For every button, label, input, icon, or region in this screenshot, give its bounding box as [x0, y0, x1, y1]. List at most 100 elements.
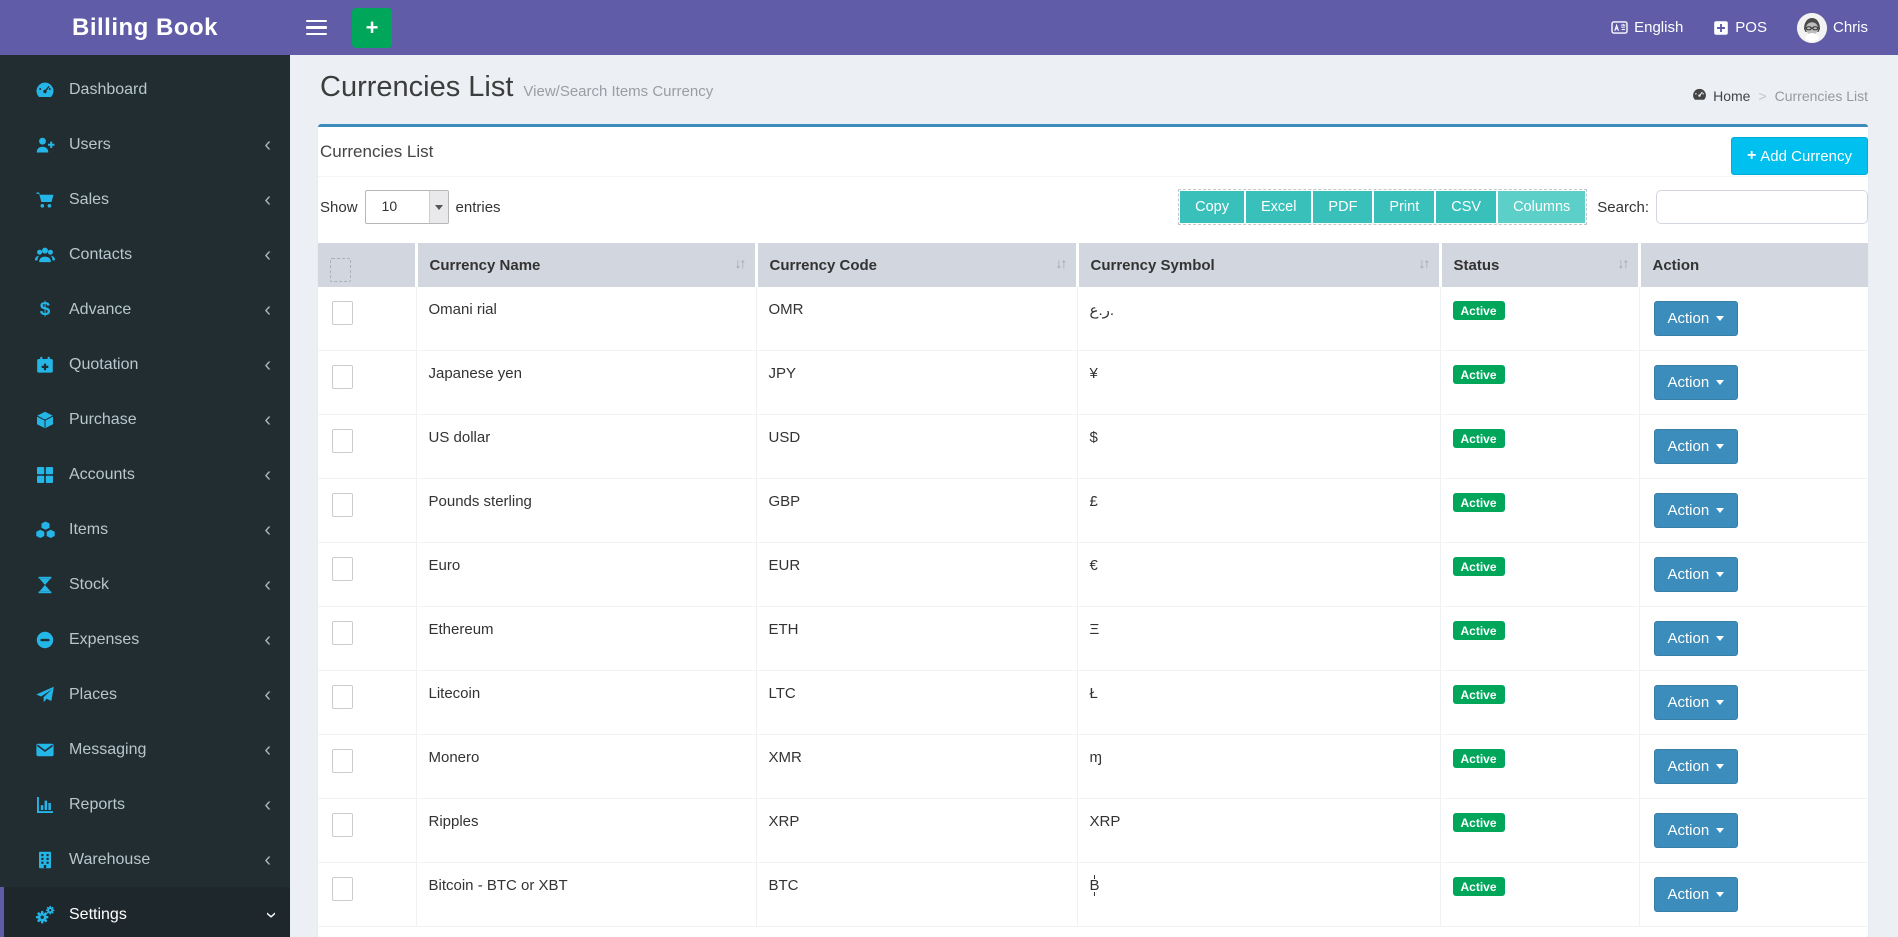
row-checkbox[interactable] [332, 813, 353, 837]
export-csv-button[interactable]: CSV [1435, 190, 1498, 224]
action-cell: Action [1639, 478, 1868, 543]
app-logo[interactable]: Billing Book [0, 0, 290, 55]
sidebar-item-sales[interactable]: Sales ‹ [0, 172, 290, 227]
column-header-currency-name[interactable]: Currency Name ↓↑ [416, 243, 758, 287]
dashboard-icon [34, 80, 56, 100]
pos-button[interactable]: POS [1713, 19, 1767, 36]
caret-down-icon [1716, 828, 1725, 833]
action-button[interactable]: Action [1653, 557, 1739, 592]
sidebar-item-reports[interactable]: Reports ‹ [0, 777, 290, 832]
row-checkbox[interactable] [332, 685, 353, 709]
action-button[interactable]: Action [1653, 621, 1739, 656]
action-button[interactable]: Action [1653, 429, 1739, 464]
sidebar-item-users[interactable]: Users ‹ [0, 117, 290, 172]
row-checkbox[interactable] [332, 429, 353, 453]
checkbox-cell [318, 734, 417, 799]
sidebar-item-advance[interactable]: $ Advance ‹ [0, 282, 290, 337]
currency-symbol-cell: ɱ [1077, 734, 1441, 799]
sidebar-item-accounts[interactable]: Accounts ‹ [0, 447, 290, 502]
row-checkbox[interactable] [332, 557, 353, 581]
export-print-button[interactable]: Print [1373, 190, 1436, 224]
row-checkbox[interactable] [332, 365, 353, 389]
row-checkbox[interactable] [332, 493, 353, 517]
sidebar-item-label: Reports [69, 795, 126, 813]
checkbox-cell [318, 606, 417, 671]
checkbox-cell [318, 862, 417, 927]
sidebar-item-places[interactable]: Places ‹ [0, 667, 290, 722]
column-header-currency-code[interactable]: Currency Code ↓↑ [756, 243, 1079, 287]
action-cell: Action [1639, 606, 1868, 671]
column-header-status[interactable]: Status ↓↑ [1440, 243, 1641, 287]
currency-name-cell: Ripples [416, 798, 757, 863]
sidebar-item-quotation[interactable]: Quotation ‹ [0, 337, 290, 392]
table-row: Bitcoin - BTC or XBT BTC B Active Action [318, 862, 1868, 927]
row-checkbox[interactable] [332, 877, 353, 901]
sidebar-item-label: Warehouse [69, 850, 151, 868]
action-button[interactable]: Action [1653, 749, 1739, 784]
table-row: Monero XMR ɱ Active Action [318, 734, 1868, 799]
column-header-action: Action [1639, 243, 1868, 287]
action-cell: Action [1639, 542, 1868, 607]
status-cell: Active [1440, 414, 1640, 479]
row-checkbox[interactable] [332, 621, 353, 645]
caret-down-icon [1716, 444, 1725, 449]
sidebar-item-stock[interactable]: Stock ‹ [0, 557, 290, 612]
add-currency-button[interactable]: + Add Currency [1730, 137, 1868, 175]
show-entries-control: Show 10 entries [320, 190, 501, 224]
action-button[interactable]: Action [1653, 365, 1739, 400]
status-badge: Active [1452, 557, 1505, 576]
envelope-icon [34, 740, 56, 760]
hourglass-icon [34, 575, 56, 595]
sidebar-item-expenses[interactable]: Expenses ‹ [0, 612, 290, 667]
row-checkbox[interactable] [332, 749, 353, 773]
action-button[interactable]: Action [1653, 877, 1739, 912]
entries-select[interactable]: 10 [364, 190, 449, 224]
currency-symbol-cell: € [1077, 542, 1441, 607]
action-button[interactable]: Action [1653, 301, 1739, 336]
sidebar-item-contacts[interactable]: Contacts ‹ [0, 227, 290, 282]
column-header-currency-symbol[interactable]: Currency Symbol ↓↑ [1077, 243, 1442, 287]
currency-code-cell: JPY [756, 350, 1078, 415]
action-cell: Action [1639, 414, 1868, 479]
status-badge: Active [1452, 493, 1505, 512]
status-cell: Active [1440, 862, 1640, 927]
export-pdf-button[interactable]: PDF [1312, 190, 1374, 224]
language-menu[interactable]: English [1611, 19, 1683, 36]
sidebar-item-items[interactable]: Items ‹ [0, 502, 290, 557]
status-cell: Active [1440, 798, 1640, 863]
sidebar-toggle-button[interactable] [306, 0, 340, 55]
user-menu[interactable]: Chris [1796, 12, 1868, 43]
chevron-left-icon: ‹ [264, 518, 271, 541]
sidebar-item-messaging[interactable]: Messaging ‹ [0, 722, 290, 777]
export-excel-button[interactable]: Excel [1244, 190, 1313, 224]
sidebar-item-warehouse[interactable]: Warehouse ‹ [0, 832, 290, 887]
chevron-left-icon: ‹ [264, 573, 271, 596]
sidebar-item-dashboard[interactable]: Dashboard [0, 62, 290, 117]
entries-label: entries [455, 198, 501, 216]
breadcrumb-home[interactable]: Home [1692, 87, 1750, 105]
select-all-checkbox[interactable] [330, 258, 351, 282]
sidebar-item-purchase[interactable]: Purchase ‹ [0, 392, 290, 447]
sidebar-item-settings[interactable]: Settings ‹ [0, 887, 290, 937]
currency-name-cell: Omani rial [416, 287, 757, 351]
table-row: Pounds sterling GBP £ Active Action [318, 478, 1868, 543]
action-button[interactable]: Action [1653, 493, 1739, 528]
action-button[interactable]: Action [1653, 685, 1739, 720]
users-icon [34, 245, 56, 265]
quick-add-button[interactable]: + [352, 7, 392, 48]
hamburger-icon [306, 19, 327, 23]
chevron-left-icon: ‹ [264, 408, 271, 431]
main-content: Currencies List View/Search Items Curren… [290, 55, 1898, 937]
row-checkbox[interactable] [332, 301, 353, 325]
action-button[interactable]: Action [1653, 813, 1739, 848]
export-columns-button[interactable]: Columns [1497, 190, 1587, 224]
breadcrumb-separator: > [1758, 88, 1767, 104]
dashboard-icon [1692, 87, 1707, 105]
chevron-left-icon: ‹ [264, 298, 271, 321]
chevron-left-icon: ‹ [264, 463, 271, 486]
status-cell: Active [1440, 287, 1640, 351]
export-copy-button[interactable]: Copy [1179, 190, 1245, 224]
avatar [1796, 12, 1827, 43]
search-input[interactable] [1656, 190, 1868, 224]
currency-name-cell: Bitcoin - BTC or XBT [416, 862, 757, 927]
